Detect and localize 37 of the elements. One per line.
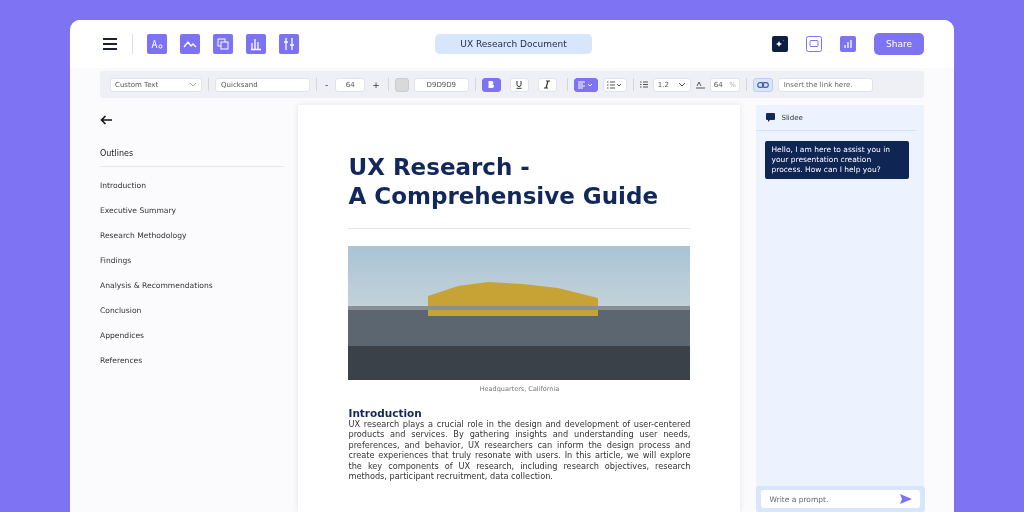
align-dropdown[interactable]	[573, 77, 598, 92]
send-icon[interactable]	[900, 494, 912, 504]
decrease-button[interactable]: -	[323, 79, 331, 90]
body-paragraph: UX research plays a crucial role in the design and development of user-centered products and services. By gathering insights and understanding user needs, preferences, and behavior, UX researchers can inform the design process and create experiences that truly resonate with users. In this article, we will explore the key components of UX research, including research objectives, research methods, participant recruitment, data collection.	[348, 419, 691, 482]
list-dropdown[interactable]	[602, 77, 627, 92]
align-left-icon	[577, 80, 594, 89]
share-button[interactable]: Share	[874, 33, 924, 55]
document-title[interactable]: UX Research Document	[435, 34, 592, 54]
columns-icon[interactable]	[279, 34, 299, 54]
menu-icon[interactable]	[103, 38, 117, 50]
underline-icon	[515, 80, 524, 89]
copy-icon[interactable]	[213, 34, 233, 54]
underline-button[interactable]	[509, 77, 529, 92]
link-button[interactable]	[752, 77, 773, 92]
chat-bubble-icon	[766, 113, 776, 122]
line-spacing-icon	[639, 81, 648, 88]
sparkle-icon[interactable]	[772, 36, 788, 52]
bar-chart-icon[interactable]	[840, 36, 856, 52]
italic-icon	[543, 80, 552, 89]
chevron-icon	[189, 82, 197, 87]
document-heading: UX Research - A Comprehensive Guide	[348, 153, 660, 211]
bold-icon	[487, 80, 496, 89]
image-icon[interactable]	[180, 34, 200, 54]
bold-button[interactable]	[481, 77, 501, 92]
italic-button[interactable]	[537, 77, 557, 92]
list-icon	[606, 80, 623, 89]
link-icon	[756, 81, 769, 88]
increase-button[interactable]: +	[370, 79, 382, 90]
text-style-icon[interactable]	[147, 34, 167, 54]
outline-heading: Outlines	[100, 149, 285, 167]
bar-chart-icon[interactable]	[246, 34, 266, 54]
color-swatch[interactable]	[394, 77, 409, 92]
section-heading: Introduction	[348, 407, 423, 419]
chat-icon[interactable]	[806, 36, 822, 52]
chevron-icon	[677, 82, 686, 87]
back-arrow-icon[interactable]	[100, 115, 113, 125]
letter-spacing-icon	[695, 80, 705, 89]
